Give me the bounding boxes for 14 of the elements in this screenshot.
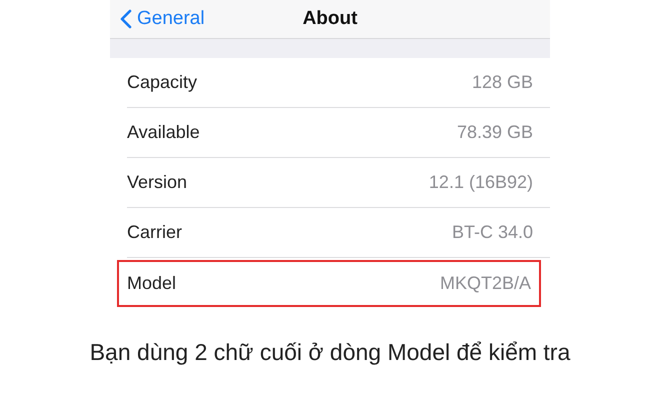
row-value: 78.39 GB (456, 122, 533, 143)
row-label: Capacity (127, 72, 198, 93)
row-label: Carrier (127, 222, 182, 243)
row-value: 12.1 (16B92) (428, 172, 533, 193)
back-link[interactable]: General (110, 8, 205, 30)
row-value: MKQT2B/A (440, 273, 531, 294)
caption: Bạn dùng 2 chữ cuối ở dòng Model để kiểm tra (88, 339, 572, 366)
screen-title: About (302, 8, 358, 30)
row-label: Version (127, 172, 188, 193)
row-value: 128 GB (472, 72, 533, 93)
row-label: Available (127, 122, 200, 143)
back-chevron-icon (120, 9, 132, 29)
row-value: BT-C 34.0 (452, 222, 533, 243)
row-label: Model (127, 273, 176, 294)
